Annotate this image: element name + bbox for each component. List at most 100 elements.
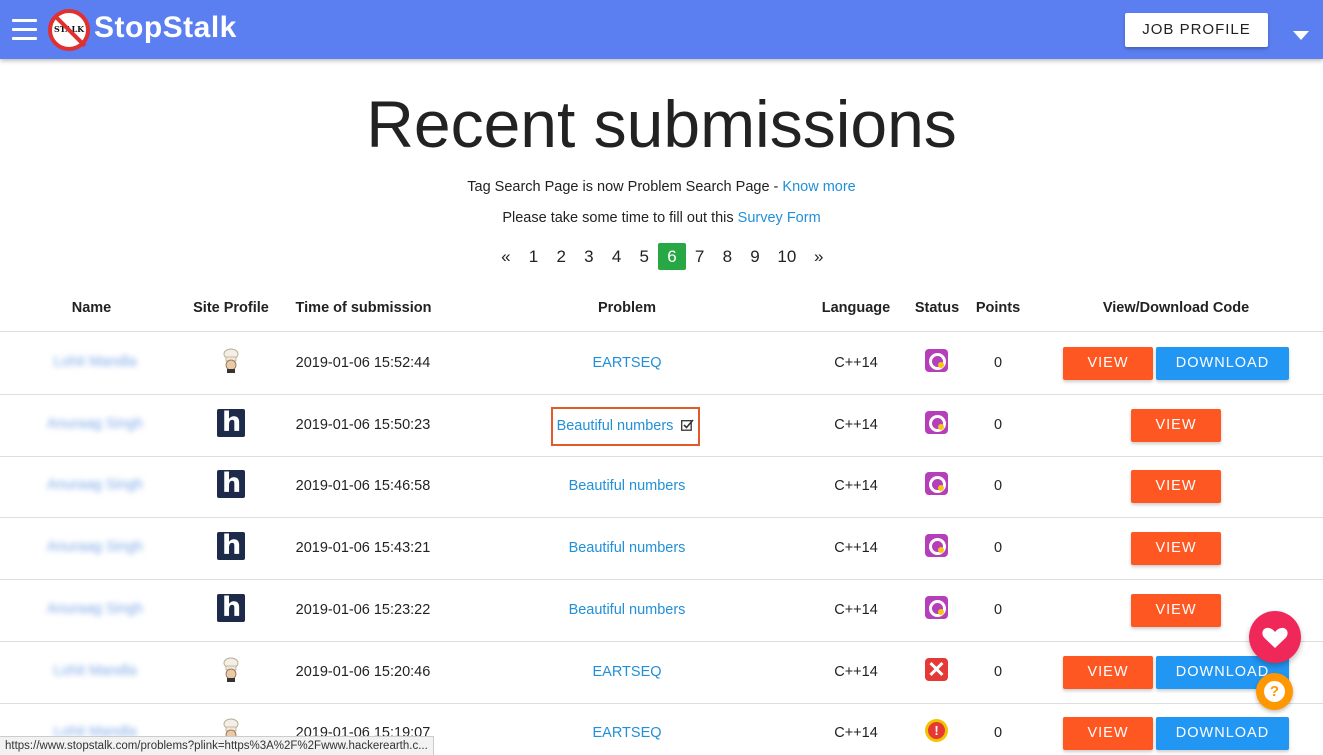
pagination-page[interactable]: 1 bbox=[520, 243, 548, 270]
download-button[interactable]: DOWNLOAD bbox=[1156, 717, 1289, 751]
chevron-down-icon[interactable] bbox=[1293, 31, 1309, 40]
header-problem: Problem bbox=[597, 300, 656, 316]
user-name-link[interactable]: Anuraag Singh bbox=[40, 539, 150, 555]
problem-name: Beautiful numbers bbox=[568, 540, 686, 557]
pagination-page[interactable]: 8 bbox=[714, 243, 742, 270]
language: C++14 bbox=[834, 416, 878, 433]
stopstalk-logo-icon[interactable]: STALK bbox=[48, 9, 90, 51]
language: C++14 bbox=[834, 540, 878, 557]
page-title: Recent submissions bbox=[366, 87, 957, 161]
points: 0 bbox=[993, 663, 1003, 680]
view-button[interactable]: VIEW bbox=[1131, 532, 1221, 566]
hackerearth-icon[interactable]: h bbox=[217, 407, 245, 438]
pagination-page-active[interactable]: 6 bbox=[658, 243, 686, 270]
pagination: « 1 2 3 4 5 6 7 8 9 10 » bbox=[492, 243, 833, 270]
job-profile-button[interactable]: JOB PROFILE bbox=[1125, 13, 1268, 47]
view-button[interactable]: VIEW bbox=[1063, 717, 1153, 751]
hackerearth-icon[interactable]: h bbox=[217, 530, 245, 561]
header-points: Points bbox=[975, 300, 1021, 316]
help-icon[interactable]: ? bbox=[1256, 673, 1293, 710]
pagination-page[interactable]: 2 bbox=[547, 243, 575, 270]
problem-link[interactable]: EARTSEQ bbox=[540, 664, 714, 680]
header-status: Status bbox=[914, 300, 960, 316]
view-button[interactable]: VIEW bbox=[1063, 655, 1153, 689]
problem-link[interactable]: Beautiful numbers bbox=[540, 478, 714, 494]
problem-name: EARTSEQ bbox=[592, 725, 662, 742]
submission-time: 2019-01-06 15:46:58 bbox=[295, 478, 431, 495]
codechef-icon[interactable] bbox=[221, 348, 241, 373]
table-row: Lohit Mandla 2019-01-06 15:52:44 EARTSEQ C+… bbox=[0, 333, 1323, 395]
view-button[interactable]: VIEW bbox=[1131, 593, 1221, 627]
language: C++14 bbox=[834, 663, 878, 680]
problem-link[interactable]: EARTSEQ bbox=[540, 355, 714, 371]
partially-correct-icon bbox=[925, 534, 948, 558]
heart-icon[interactable] bbox=[1249, 611, 1301, 663]
view-button[interactable]: VIEW bbox=[1131, 408, 1221, 442]
survey-form-link[interactable]: Survey Form bbox=[738, 210, 821, 226]
header-time: Time of submission bbox=[295, 300, 432, 316]
partially-correct-icon bbox=[925, 349, 948, 372]
view-button[interactable]: VIEW bbox=[1063, 347, 1153, 380]
notice-survey: Please take some time to fill out this S… bbox=[0, 210, 1323, 226]
brand-name[interactable]: StopStalk bbox=[94, 11, 237, 45]
menu-icon[interactable] bbox=[12, 19, 37, 40]
pagination-page[interactable]: 7 bbox=[686, 243, 714, 270]
submission-time: 2019-01-06 15:52:44 bbox=[295, 355, 431, 371]
table-row: Anuraag Singh h 2019-01-06 15:50:23 Beautif… bbox=[0, 395, 1323, 457]
table-row: Anuraag Singh h 2019-01-06 15:43:21 Beautif… bbox=[0, 518, 1323, 581]
notice-text: Please take some time to fill out this bbox=[502, 210, 738, 226]
hackerearth-icon[interactable]: h bbox=[217, 592, 245, 623]
hackerearth-icon[interactable]: h bbox=[217, 468, 245, 499]
header-site-profile: Site Profile bbox=[193, 300, 269, 316]
checkbox-icon[interactable] bbox=[681, 410, 695, 445]
problem-link[interactable]: Beautiful numbers bbox=[540, 602, 714, 618]
language: C++14 bbox=[834, 601, 878, 618]
points: 0 bbox=[993, 355, 1003, 371]
table-row: Lohit Mandla 2019-01-06 15:20:46 EARTSEQ C+… bbox=[0, 642, 1323, 704]
language: C++14 bbox=[834, 355, 878, 371]
problem-name: EARTSEQ bbox=[592, 355, 662, 371]
language: C++14 bbox=[834, 725, 878, 742]
problem-link[interactable]: EARTSEQ bbox=[540, 725, 714, 741]
submission-time: 2019-01-06 15:43:21 bbox=[295, 540, 431, 557]
user-name-link[interactable]: Lohit Mandla bbox=[40, 663, 150, 679]
points: 0 bbox=[993, 725, 1003, 742]
download-button[interactable]: DOWNLOAD bbox=[1156, 347, 1289, 380]
user-name-link[interactable]: Lohit Mandla bbox=[40, 354, 150, 370]
problem-name: Beautiful numbers bbox=[568, 478, 686, 495]
navbar: STALK StopStalk JOB PROFILE bbox=[0, 0, 1323, 59]
know-more-link[interactable]: Know more bbox=[782, 179, 855, 195]
user-name-link[interactable]: Anuraag Singh bbox=[40, 416, 150, 432]
pagination-page[interactable]: 9 bbox=[741, 243, 769, 270]
browser-status-url: https://www.stopstalk.com/problems?plink… bbox=[0, 736, 434, 755]
points: 0 bbox=[993, 601, 1003, 618]
problem-name: Beautiful numbers bbox=[556, 417, 674, 434]
partially-correct-icon bbox=[925, 410, 948, 434]
points: 0 bbox=[993, 540, 1003, 557]
pagination-prev[interactable]: « bbox=[492, 243, 520, 270]
problem-link[interactable]: Beautiful numbers bbox=[540, 540, 714, 556]
wrong-answer-icon: ✕ bbox=[925, 657, 948, 681]
view-button[interactable]: VIEW bbox=[1131, 470, 1221, 504]
partially-correct-icon bbox=[925, 472, 948, 496]
user-name-link[interactable]: Anuraag Singh bbox=[40, 601, 150, 617]
problem-name: Beautiful numbers bbox=[568, 601, 686, 618]
table-row: Anuraag Singh h 2019-01-06 15:46:58 Beautif… bbox=[0, 456, 1323, 519]
partially-correct-icon bbox=[925, 595, 948, 619]
pagination-page[interactable]: 3 bbox=[575, 243, 603, 270]
pagination-next[interactable]: » bbox=[805, 243, 833, 270]
table-header: Name Site Profile Time of submission Pro… bbox=[0, 290, 1323, 332]
points: 0 bbox=[993, 416, 1003, 433]
submission-time: 2019-01-06 15:50:23 bbox=[295, 416, 431, 433]
submission-time: 2019-01-06 15:20:46 bbox=[295, 663, 431, 680]
header-view-download: View/Download Code bbox=[1102, 300, 1250, 316]
notice-problem-search: Tag Search Page is now Problem Search Pa… bbox=[0, 179, 1323, 195]
user-name-link[interactable]: Anuraag Singh bbox=[40, 477, 150, 493]
points: 0 bbox=[993, 478, 1003, 495]
codechef-icon[interactable] bbox=[221, 657, 241, 682]
problem-link[interactable]: Beautiful numbers bbox=[551, 406, 700, 446]
table-row: Anuraag Singh h 2019-01-06 15:23:22 Beautif… bbox=[0, 580, 1323, 642]
pagination-page[interactable]: 10 bbox=[769, 243, 805, 270]
pagination-page[interactable]: 5 bbox=[630, 243, 658, 270]
pagination-page[interactable]: 4 bbox=[603, 243, 631, 270]
